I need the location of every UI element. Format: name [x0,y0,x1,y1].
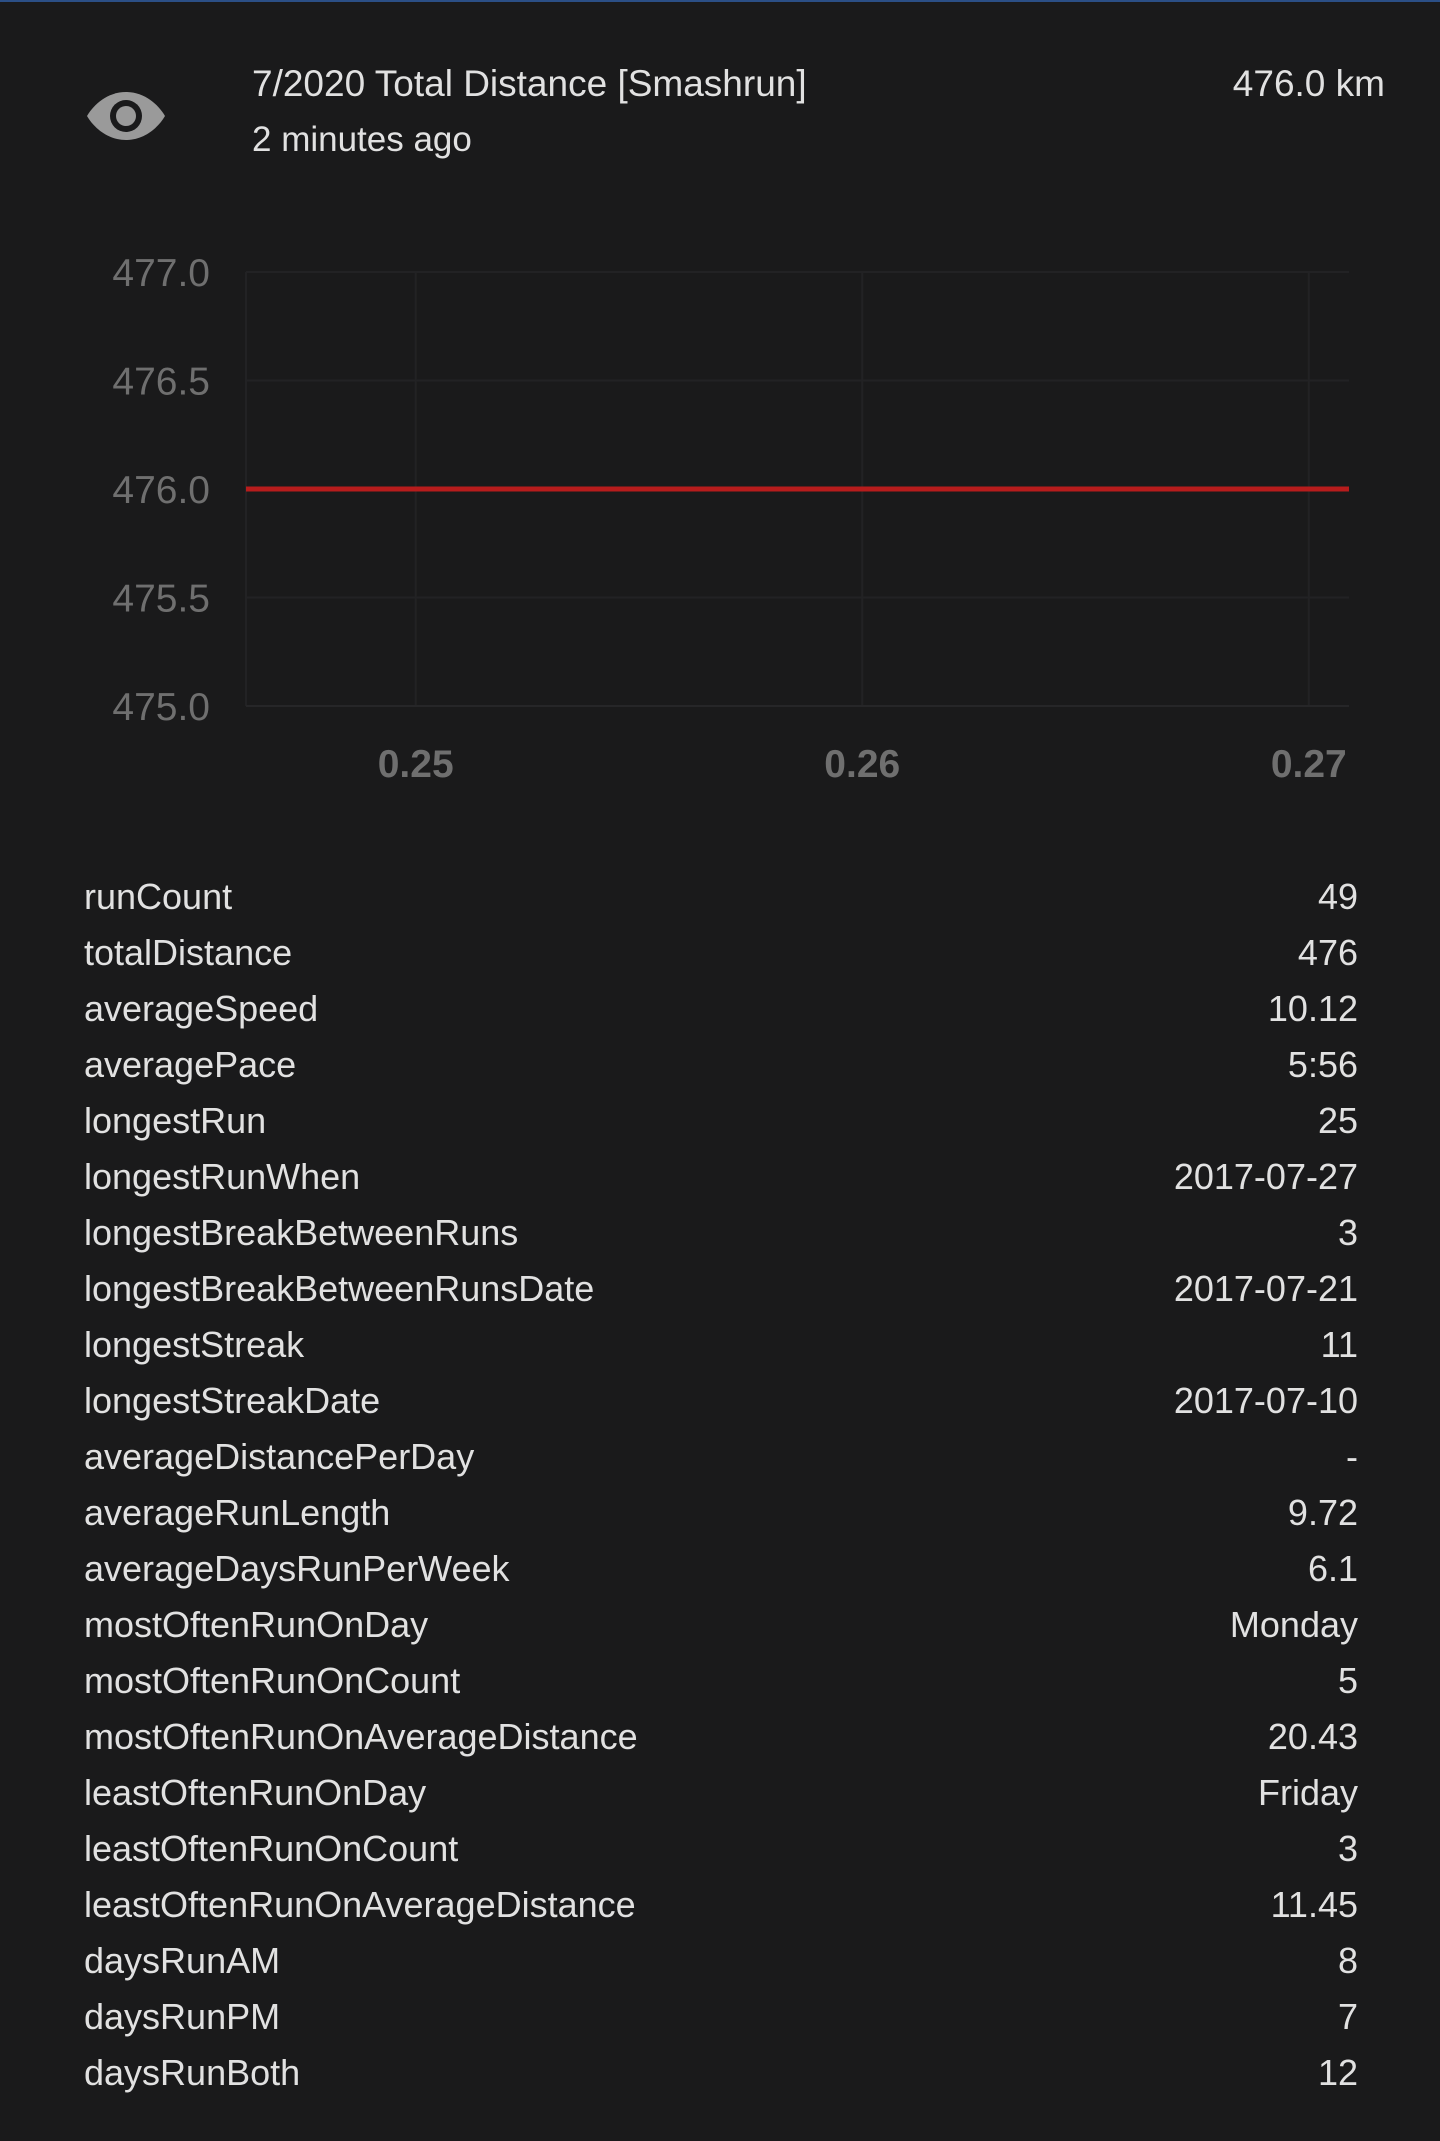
attribute-value: 2017-07-21 [1173,1268,1358,1309]
attribute-value: Friday [1257,1772,1358,1813]
attribute-row-averagePace: averagePace 5:56 [84,1037,1358,1093]
attribute-row-mostOftenRunOnAverageDistance: mostOftenRunOnAverageDistance 20.43 [84,1709,1358,1765]
y-tick-label: 475.5 [112,578,210,621]
attribute-row-runCount: runCount 49 [84,869,1358,925]
attribute-value: Monday [1229,1604,1358,1645]
attribute-row-longestRunWhen: longestRunWhen 2017-07-27 [84,1149,1358,1205]
attribute-name: longestStreak [84,1324,305,1365]
x-tick-label: 0.27 [1271,743,1347,786]
attribute-row-longestBreakBetweenRuns: longestBreakBetweenRuns 3 [84,1205,1358,1261]
attribute-row-leastOftenRunOnAverageDistance: leastOftenRunOnAverageDistance 11.45 [84,1877,1358,1933]
attribute-name: daysRunPM [84,1996,281,2037]
attribute-name: longestBreakBetweenRuns [84,1212,519,1253]
attribute-name: leastOftenRunOnAverageDistance [84,1884,636,1925]
attribute-value: 11 [1320,1324,1358,1365]
attribute-value: 49 [1317,876,1358,917]
attribute-name: longestBreakBetweenRunsDate [84,1268,595,1309]
y-tick-label: 475.0 [112,686,210,729]
attribute-row-longestRun: longestRun 25 [84,1093,1358,1149]
attribute-row-longestStreak: longestStreak 11 [84,1317,1358,1373]
attribute-name: daysRunAM [84,1940,281,1981]
attribute-row-leastOftenRunOnDay: leastOftenRunOnDay Friday [84,1765,1358,1821]
x-tick-label: 0.25 [378,743,454,786]
attribute-value: - [1346,1436,1358,1477]
attribute-row-longestBreakBetweenRunsDate: longestBreakBetweenRunsDate 2017-07-21 [84,1261,1358,1317]
attribute-name: averageDistancePerDay [84,1436,475,1477]
attribute-value: 12 [1317,2052,1358,2093]
attribute-name: longestStreakDate [84,1380,381,1421]
history-chart-svg: 477.0 476.5 476.0 475.5 475.0 0.25 0.26 0.27 [112,252,1349,786]
attribute-row-averageRunLength: averageRunLength 9.72 [84,1485,1358,1541]
attribute-value: 20.43 [1267,1716,1358,1757]
entity-state: 476.0 km [1232,63,1385,104]
attribute-row-mostOftenRunOnCount: mostOftenRunOnCount 5 [84,1653,1358,1709]
attribute-row-averageSpeed: averageSpeed 10.12 [84,981,1358,1037]
attribute-row-mostOftenRunOnDay: mostOftenRunOnDay Monday [84,1597,1358,1653]
y-tick-label: 476.5 [112,361,210,404]
attribute-name: longestRunWhen [84,1156,361,1197]
attribute-value: 2017-07-27 [1173,1156,1358,1197]
attribute-name: daysRunBoth [84,2052,301,2093]
attribute-name: leastOftenRunOnDay [84,1772,427,1813]
attribute-value: 11.45 [1270,1884,1358,1925]
attribute-value: 3 [1337,1212,1358,1253]
attribute-name: averageDaysRunPerWeek [84,1548,510,1589]
attribute-value: 6.1 [1307,1548,1358,1589]
attribute-row-leastOftenRunOnCount: leastOftenRunOnCount 3 [84,1821,1358,1877]
attribute-row-daysRunAM: daysRunAM 8 [84,1933,1358,1989]
attribute-value: 476 [1297,932,1358,973]
history-chart[interactable]: 477.0 476.5 476.0 475.5 475.0 0.25 0.26 0.27 [0,230,1440,810]
attribute-name: runCount [84,876,233,917]
attribute-name: leastOftenRunOnCount [84,1828,459,1869]
attribute-name: totalDistance [84,932,293,973]
attribute-row-longestStreakDate: longestStreakDate 2017-07-10 [84,1373,1358,1429]
attribute-value: 10.12 [1267,988,1358,1029]
attribute-value: 25 [1317,1100,1358,1141]
attribute-value: 7 [1337,1996,1358,2037]
attribute-row-averageDaysRunPerWeek: averageDaysRunPerWeek 6.1 [84,1541,1358,1597]
attribute-name: averagePace [84,1044,297,1085]
attribute-name: mostOftenRunOnDay [84,1604,429,1645]
eye-icon [87,92,165,140]
attribute-value: 5 [1337,1660,1358,1701]
last-changed-time[interactable]: 2 minutes ago [252,117,472,163]
attribute-row-totalDistance: totalDistance 476 [84,925,1358,981]
attribute-row-averageDistancePerDay: averageDistancePerDay - [84,1429,1358,1485]
attribute-name: longestRun [84,1100,267,1141]
attribute-row-daysRunPM: daysRunPM 7 [84,1989,1358,2045]
attribute-row-daysRunBoth: daysRunBoth 12 [84,2045,1358,2101]
x-tick-label: 0.26 [824,743,900,786]
y-tick-label: 477.0 [112,252,210,295]
entity-name: 7/2020 Total Distance [Smashrun] [252,63,807,104]
y-tick-label: 476.0 [112,469,210,512]
attributes-list: runCount 49 totalDistance 476 averageSpeed 10… [84,869,1358,2101]
attribute-name: mostOftenRunOnCount [84,1660,461,1701]
attribute-value: 5:56 [1287,1044,1358,1085]
attribute-value: 2017-07-10 [1173,1380,1358,1421]
attribute-value: 3 [1337,1828,1358,1869]
attribute-name: averageSpeed [84,988,319,1029]
entity-header: 7/2020 Total Distance [Smashrun] 2 minut… [0,0,1440,180]
attribute-value: 8 [1337,1940,1358,1981]
attribute-name: averageRunLength [84,1492,391,1533]
attribute-value: 9.72 [1287,1492,1358,1533]
attribute-name: mostOftenRunOnAverageDistance [84,1716,638,1757]
